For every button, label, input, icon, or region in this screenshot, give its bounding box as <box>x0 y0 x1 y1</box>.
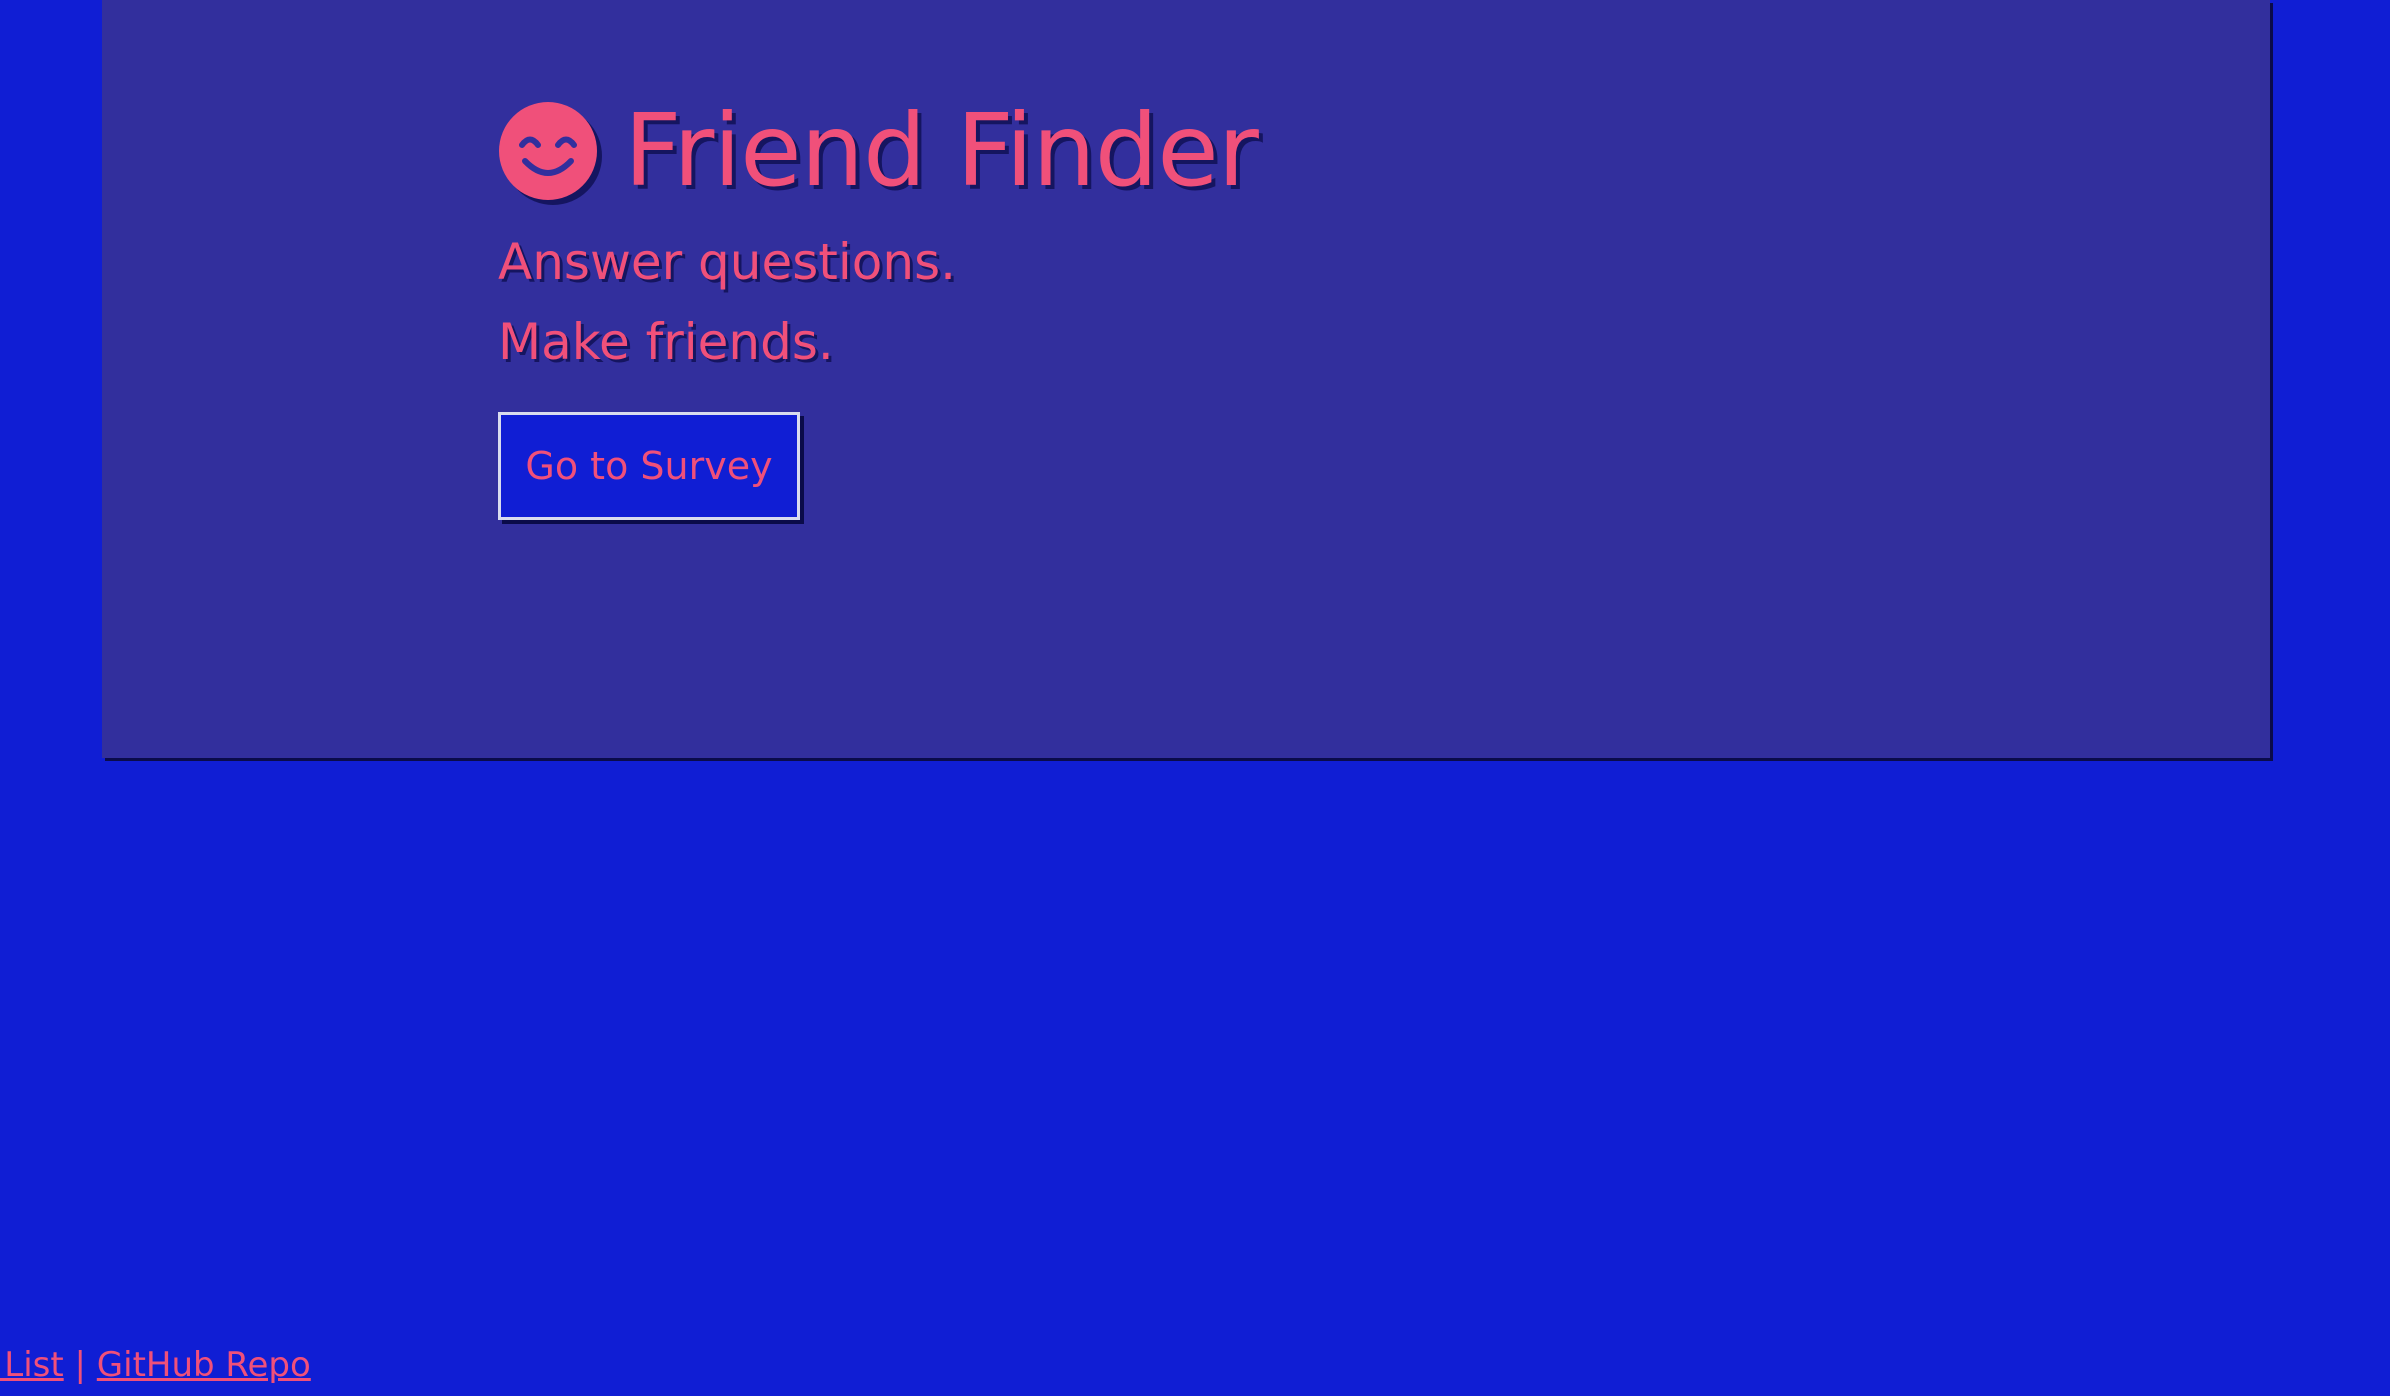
footer-links: l List | GitHub Repo <box>0 1344 311 1386</box>
smile-icon <box>498 101 598 201</box>
page-title: Friend Finder <box>498 92 1259 209</box>
tagline-answer-questions: Answer questions. <box>498 233 957 291</box>
footer-link-github-repo[interactable]: GitHub Repo <box>97 1345 311 1385</box>
title-text: Friend Finder <box>624 92 1259 209</box>
footer-separator: | <box>74 1345 86 1385</box>
footer-link-list[interactable]: l List <box>0 1345 64 1385</box>
tagline-make-friends: Make friends. <box>498 313 834 371</box>
go-to-survey-button[interactable]: Go to Survey <box>498 412 800 520</box>
hero-panel: Friend Finder Answer questions. Make fri… <box>102 0 2270 758</box>
